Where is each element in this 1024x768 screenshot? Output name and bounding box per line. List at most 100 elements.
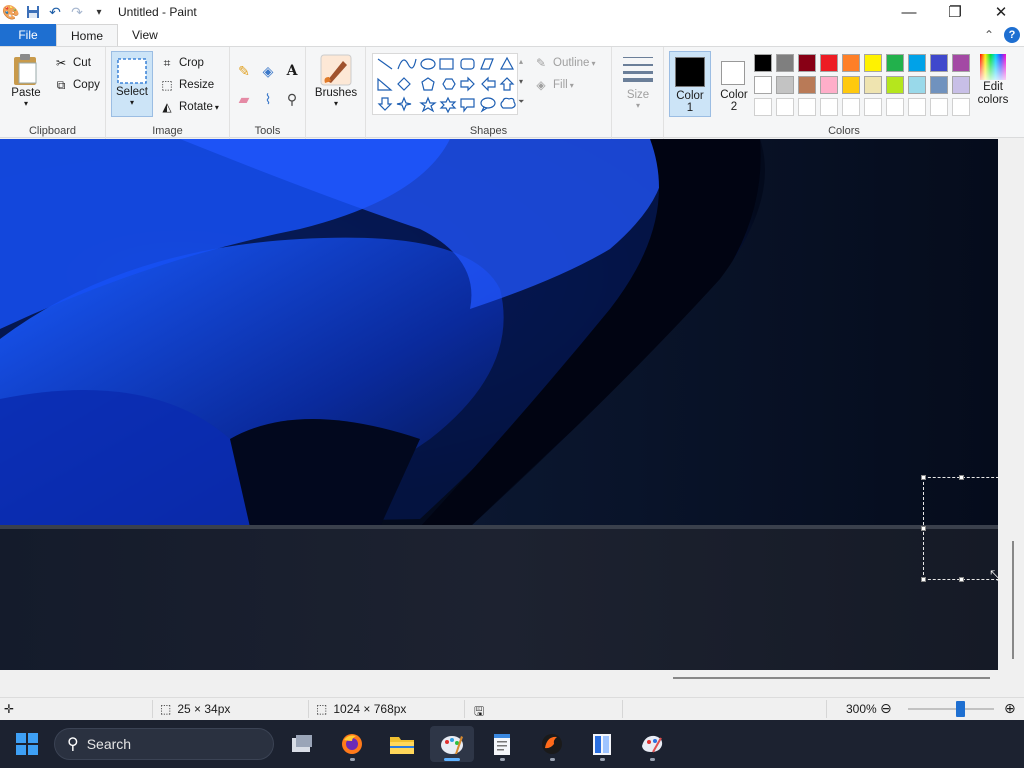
size-button[interactable]: Size ▾ bbox=[618, 53, 658, 110]
palette-swatch[interactable] bbox=[776, 98, 794, 116]
palette-swatch[interactable] bbox=[952, 76, 970, 94]
windows-start-icon[interactable] bbox=[16, 733, 38, 755]
tab-file[interactable]: File bbox=[0, 24, 56, 46]
palette-swatch[interactable] bbox=[908, 54, 926, 72]
fill-label: Fill bbox=[553, 79, 568, 91]
task-view-icon[interactable] bbox=[280, 726, 324, 762]
shapes-scroll-up-icon[interactable]: ▴ bbox=[519, 57, 523, 66]
pencil-icon[interactable]: ✎ bbox=[234, 61, 254, 81]
paint-app-icon[interactable]: 🎨 bbox=[0, 0, 22, 24]
palette-swatch[interactable] bbox=[798, 76, 816, 94]
palette-swatch[interactable] bbox=[930, 98, 948, 116]
select-button[interactable]: Select ▾ bbox=[111, 51, 153, 117]
palette-swatch[interactable] bbox=[886, 76, 904, 94]
down-arrow-shape-icon bbox=[377, 97, 393, 111]
palette-swatch[interactable] bbox=[864, 98, 882, 116]
palette-swatch[interactable] bbox=[798, 54, 816, 72]
fill-button[interactable]: ◈ Fill ▾ bbox=[532, 77, 573, 93]
redo-icon[interactable]: ↷ bbox=[66, 0, 88, 24]
resize-button[interactable]: ⬚ Resize bbox=[158, 77, 214, 93]
palette-swatch[interactable] bbox=[842, 54, 860, 72]
palette-swatch[interactable] bbox=[776, 54, 794, 72]
selection-rectangle[interactable] bbox=[921, 475, 998, 582]
selection-handle[interactable] bbox=[921, 577, 926, 582]
rotate-button[interactable]: ◭ Rotate ▾ bbox=[158, 99, 219, 115]
notepad-icon[interactable] bbox=[480, 726, 524, 762]
palette-swatch[interactable] bbox=[864, 54, 882, 72]
customize-qa-icon[interactable]: ▾ bbox=[88, 0, 110, 24]
selection-handle[interactable] bbox=[959, 475, 964, 480]
horizontal-scrollbar[interactable] bbox=[0, 670, 1024, 697]
color1-button[interactable]: Color 1 bbox=[669, 51, 711, 117]
tab-home[interactable]: Home bbox=[56, 24, 119, 46]
palette-swatch[interactable] bbox=[776, 76, 794, 94]
color2-button[interactable]: Color 2 bbox=[714, 51, 754, 117]
save-icon[interactable] bbox=[22, 0, 44, 24]
palette-swatch[interactable] bbox=[798, 98, 816, 116]
shapes-group: ▴ ▾ ⏷ ✎ Outline ▾ ◈ Fill ▾ Shapes bbox=[366, 47, 612, 139]
palette-swatch[interactable] bbox=[820, 54, 838, 72]
undo-icon[interactable]: ↶ bbox=[44, 0, 66, 24]
palette-swatch[interactable] bbox=[754, 76, 772, 94]
collapse-ribbon-icon[interactable]: ⌃ bbox=[984, 28, 994, 42]
color-picker-icon[interactable]: ⌇ bbox=[258, 89, 278, 109]
drawing-canvas[interactable]: ⤡ bbox=[0, 139, 998, 670]
close-button[interactable]: ✕ bbox=[978, 0, 1024, 24]
file-explorer-icon[interactable] bbox=[380, 726, 424, 762]
palette-swatch[interactable] bbox=[930, 76, 948, 94]
paste-button[interactable]: Paste ▾ bbox=[6, 53, 46, 108]
maximize-button[interactable]: ❐ bbox=[932, 0, 978, 24]
palette-swatch[interactable] bbox=[820, 98, 838, 116]
outline-button[interactable]: ✎ Outline ▾ bbox=[532, 55, 595, 71]
brushes-group: Brushes ▾ bbox=[306, 47, 366, 139]
palette-swatch[interactable] bbox=[754, 98, 772, 116]
shapes-expand-icon[interactable]: ⏷ bbox=[518, 97, 524, 107]
palette-swatch[interactable] bbox=[886, 98, 904, 116]
books-icon[interactable] bbox=[580, 726, 624, 762]
text-tool-icon[interactable]: A bbox=[282, 61, 302, 81]
palette-swatch[interactable] bbox=[754, 54, 772, 72]
magnifier-icon[interactable]: ⚲ bbox=[282, 89, 302, 109]
zoom-slider-thumb[interactable] bbox=[956, 701, 965, 717]
palette-swatch[interactable] bbox=[842, 76, 860, 94]
title-bar: 🎨 ↶ ↷ ▾ Untitled - Paint — ❐ ✕ bbox=[0, 0, 1024, 24]
paint-icon[interactable] bbox=[430, 726, 474, 762]
selection-handle[interactable] bbox=[921, 475, 926, 480]
vertical-scrollbar[interactable] bbox=[998, 139, 1024, 681]
zoom-out-button[interactable]: ⊖ bbox=[880, 700, 892, 717]
minimize-button[interactable]: — bbox=[886, 0, 932, 24]
status-divider bbox=[152, 700, 153, 718]
shapes-scroll-down-icon[interactable]: ▾ bbox=[519, 77, 523, 86]
palette-swatch[interactable] bbox=[820, 76, 838, 94]
horizontal-scroll-thumb[interactable] bbox=[673, 677, 990, 679]
cut-button[interactable]: ✂ Cut bbox=[52, 55, 91, 71]
firefox-icon[interactable] bbox=[330, 726, 374, 762]
help-icon[interactable]: ? bbox=[1004, 27, 1020, 43]
fill-bucket-icon[interactable]: ◈ bbox=[258, 61, 278, 81]
palette-swatch[interactable] bbox=[930, 54, 948, 72]
zoom-slider-track[interactable] bbox=[908, 708, 994, 710]
palette-swatch[interactable] bbox=[952, 54, 970, 72]
vertical-scroll-thumb[interactable] bbox=[1012, 541, 1014, 659]
palette-swatch[interactable] bbox=[864, 76, 882, 94]
running-indicator bbox=[350, 758, 355, 761]
shapes-gallery[interactable] bbox=[372, 53, 518, 115]
brushes-button[interactable]: Brushes ▾ bbox=[312, 53, 360, 108]
copy-button[interactable]: ⧉ Copy bbox=[52, 77, 100, 93]
selection-handle[interactable] bbox=[959, 577, 964, 582]
eraser-icon[interactable]: ▰ bbox=[234, 89, 254, 109]
app-icon[interactable] bbox=[530, 726, 574, 762]
palette-swatch[interactable] bbox=[886, 54, 904, 72]
tab-view[interactable]: View bbox=[118, 24, 172, 46]
taskbar-search[interactable]: ⚲ Search bbox=[54, 728, 274, 760]
selection-handle[interactable] bbox=[921, 526, 926, 531]
running-indicator bbox=[500, 758, 505, 761]
paint-3d-icon[interactable] bbox=[630, 726, 674, 762]
palette-swatch[interactable] bbox=[842, 98, 860, 116]
palette-swatch[interactable] bbox=[908, 76, 926, 94]
crop-button[interactable]: ⌗ Crop bbox=[158, 55, 204, 71]
zoom-in-button[interactable]: ⊕ bbox=[1004, 700, 1016, 717]
palette-swatch[interactable] bbox=[952, 98, 970, 116]
palette-swatch[interactable] bbox=[908, 98, 926, 116]
edit-colors-button[interactable]: Edit colors bbox=[974, 53, 1012, 107]
